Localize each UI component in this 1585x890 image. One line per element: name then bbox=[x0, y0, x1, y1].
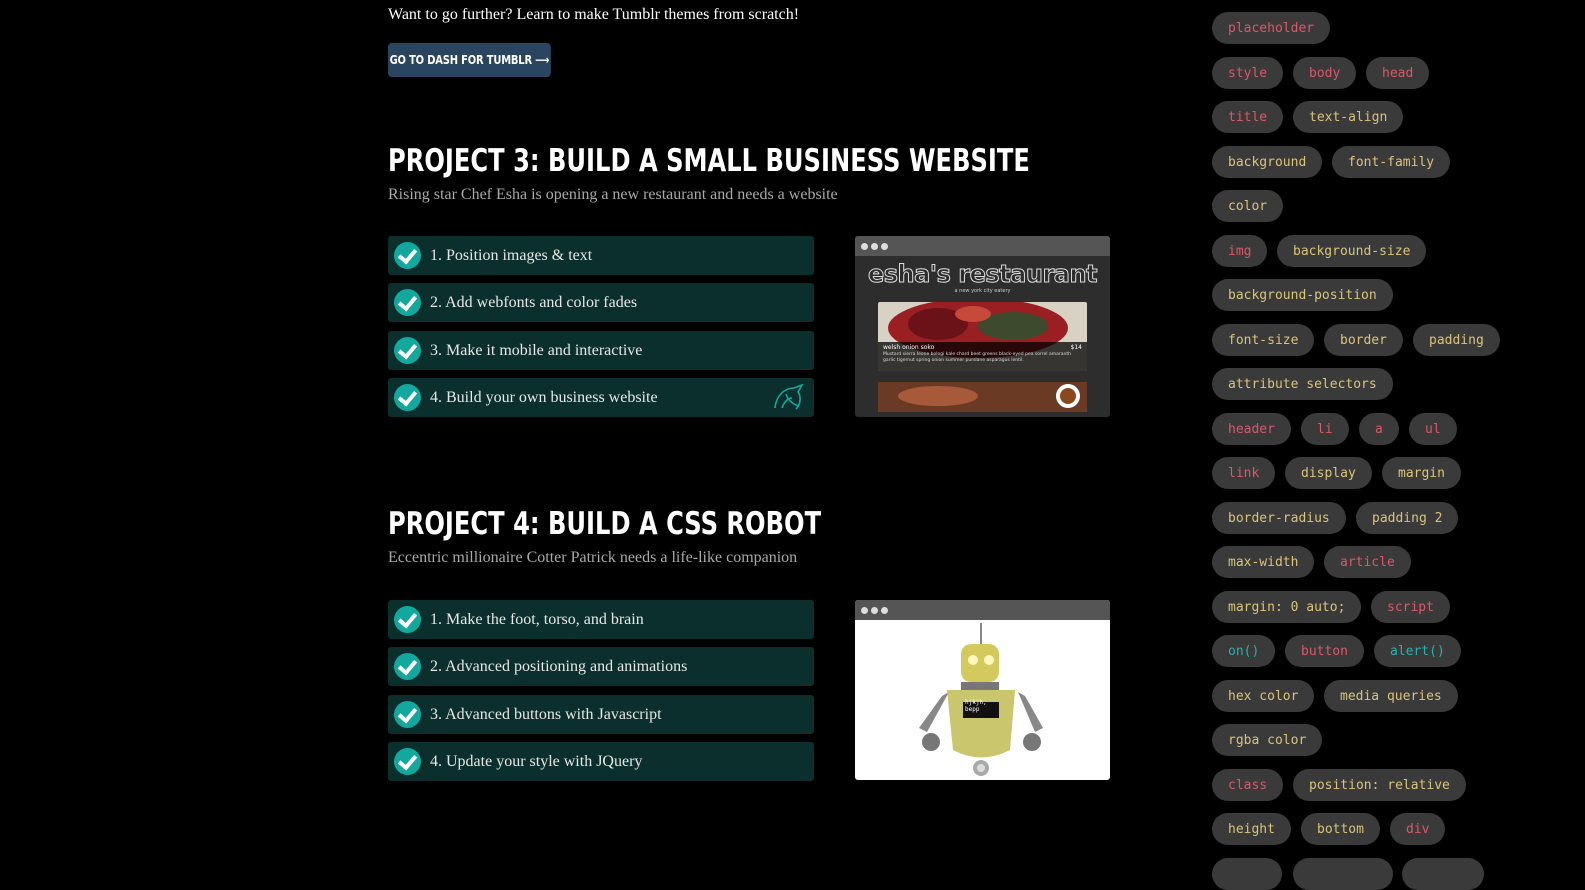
concept-tag[interactable]: a bbox=[1359, 413, 1399, 445]
concept-tag[interactable]: ul bbox=[1409, 413, 1457, 445]
dish-photo-2 bbox=[878, 382, 1087, 412]
concept-tag[interactable]: li bbox=[1301, 413, 1349, 445]
project-4-title: PROJECT 4: BUILD A CSS ROBOT bbox=[388, 506, 822, 542]
dish-description: Mustard sierra leone bologi kale chard b… bbox=[883, 352, 1071, 363]
intro-text: Want to go further? Learn to make Tumblr… bbox=[388, 6, 800, 23]
concept-tag[interactable]: placeholder bbox=[1212, 12, 1331, 44]
concept-tag[interactable]: class bbox=[1212, 769, 1284, 801]
check-icon bbox=[394, 748, 421, 775]
concept-tag[interactable]: bottom bbox=[1301, 813, 1380, 845]
concept-tag[interactable]: style bbox=[1212, 57, 1284, 89]
lesson-item[interactable]: 3. Make it mobile and interactive bbox=[388, 331, 814, 370]
preview-tagline: a new york city eatery bbox=[954, 288, 1011, 294]
concept-tag[interactable]: font-family bbox=[1332, 146, 1451, 178]
concept-tag[interactable]: position: relative bbox=[1293, 769, 1466, 801]
robot-screen-text: hjkjh, bepp bbox=[965, 699, 987, 713]
concept-tag[interactable]: attribute selectors bbox=[1212, 368, 1393, 400]
concept-tag[interactable]: hex color bbox=[1212, 680, 1315, 712]
dish-name: welsh onion soko bbox=[883, 344, 935, 351]
concept-tag[interactable]: on() bbox=[1212, 635, 1276, 667]
restaurant-preview[interactable]: esha's restaurant a new york city eatery… bbox=[855, 236, 1110, 417]
window-bar bbox=[855, 236, 1110, 256]
concept-tag-cutoff[interactable] bbox=[1402, 858, 1484, 890]
concept-tag[interactable]: max-width bbox=[1212, 546, 1315, 578]
concept-tag[interactable]: padding 2 bbox=[1356, 502, 1459, 534]
check-icon bbox=[394, 289, 421, 316]
concept-tag[interactable]: alert() bbox=[1374, 635, 1461, 667]
concept-tag[interactable]: title bbox=[1212, 101, 1284, 133]
lesson-item[interactable]: 3. Advanced buttons with Javascript bbox=[388, 695, 814, 734]
concept-tag-cutoff[interactable] bbox=[1212, 858, 1282, 890]
concept-tag[interactable]: font-size bbox=[1212, 324, 1315, 356]
concept-tag[interactable]: article bbox=[1324, 546, 1411, 578]
check-icon bbox=[394, 384, 421, 411]
concept-tag[interactable]: media queries bbox=[1324, 680, 1458, 712]
project-4-subtitle: Eccentric millionaire Cotter Patrick nee… bbox=[388, 549, 798, 566]
concept-tag[interactable]: height bbox=[1212, 813, 1291, 845]
check-icon bbox=[394, 242, 421, 269]
preview-heading: esha's restaurant bbox=[867, 260, 1098, 289]
window-bar bbox=[855, 600, 1110, 620]
lesson-label: 2. Add webfonts and color fades bbox=[430, 293, 638, 311]
concept-tag[interactable]: background-position bbox=[1212, 279, 1393, 311]
concept-tag[interactable]: border bbox=[1324, 324, 1403, 356]
lesson-label: 3. Make it mobile and interactive bbox=[430, 341, 643, 359]
concept-tag[interactable]: text-align bbox=[1293, 101, 1404, 133]
concept-tag[interactable]: header bbox=[1212, 413, 1291, 445]
concept-tag[interactable]: link bbox=[1212, 457, 1276, 489]
project-3-title: PROJECT 3: BUILD A SMALL BUSINESS WEBSIT… bbox=[388, 143, 1030, 179]
concept-tag[interactable]: color bbox=[1212, 190, 1284, 222]
concept-tag[interactable]: display bbox=[1285, 457, 1372, 489]
lesson-item[interactable]: 2. Advanced positioning and animations bbox=[388, 647, 814, 686]
concept-tag[interactable]: background-size bbox=[1277, 235, 1427, 267]
robot-preview[interactable]: hjkjh, bepp bbox=[855, 600, 1110, 780]
concept-tag[interactable]: img bbox=[1212, 235, 1268, 267]
lesson-item[interactable]: 2. Add webfonts and color fades bbox=[388, 283, 814, 322]
check-icon bbox=[394, 701, 421, 728]
lesson-label: 4. Build your own business website bbox=[430, 388, 658, 406]
concept-tag[interactable]: margin: 0 auto; bbox=[1212, 591, 1362, 623]
dish-photo: welsh onion soko $14 Mustard sierra leon… bbox=[878, 302, 1087, 371]
concept-tag[interactable]: margin bbox=[1382, 457, 1461, 489]
lesson-label: 1. Position images & text bbox=[430, 246, 593, 264]
concept-tag[interactable]: background bbox=[1212, 146, 1323, 178]
lesson-label: 4. Update your style with JQuery bbox=[430, 752, 643, 770]
concept-tag[interactable]: border-radius bbox=[1212, 502, 1346, 534]
concept-tag[interactable]: head bbox=[1366, 57, 1430, 89]
lesson-label: 3. Advanced buttons with Javascript bbox=[430, 705, 662, 723]
concept-tag-cutoff[interactable] bbox=[1293, 858, 1393, 890]
lesson-label: 2. Advanced positioning and animations bbox=[430, 657, 688, 675]
lesson-item[interactable]: 4. Build your own business website bbox=[388, 378, 814, 417]
lesson-item[interactable]: 4. Update your style with JQuery bbox=[388, 742, 814, 781]
concept-tag[interactable]: div bbox=[1390, 813, 1446, 845]
concept-tag[interactable]: body bbox=[1293, 57, 1357, 89]
lesson-label: 1. Make the foot, torso, and brain bbox=[430, 610, 644, 628]
project-3-subtitle: Rising star Chef Esha is opening a new r… bbox=[388, 186, 838, 203]
concept-tag[interactable]: button bbox=[1285, 635, 1364, 667]
dish-price: $14 bbox=[1070, 344, 1082, 351]
concept-tag[interactable]: padding bbox=[1413, 324, 1500, 356]
check-icon bbox=[394, 337, 421, 364]
lesson-item[interactable]: 1. Make the foot, torso, and brain bbox=[388, 600, 814, 639]
concept-tag[interactable]: rgba color bbox=[1212, 724, 1323, 756]
concept-tag[interactable]: script bbox=[1371, 591, 1450, 623]
unicorn-badge-icon bbox=[774, 384, 804, 410]
check-icon bbox=[394, 653, 421, 680]
lesson-item[interactable]: 1. Position images & text bbox=[388, 236, 814, 275]
go-to-dash-button[interactable]: GO TO DASH FOR TUMBLR ⟶ bbox=[388, 43, 551, 77]
check-icon bbox=[394, 606, 421, 633]
